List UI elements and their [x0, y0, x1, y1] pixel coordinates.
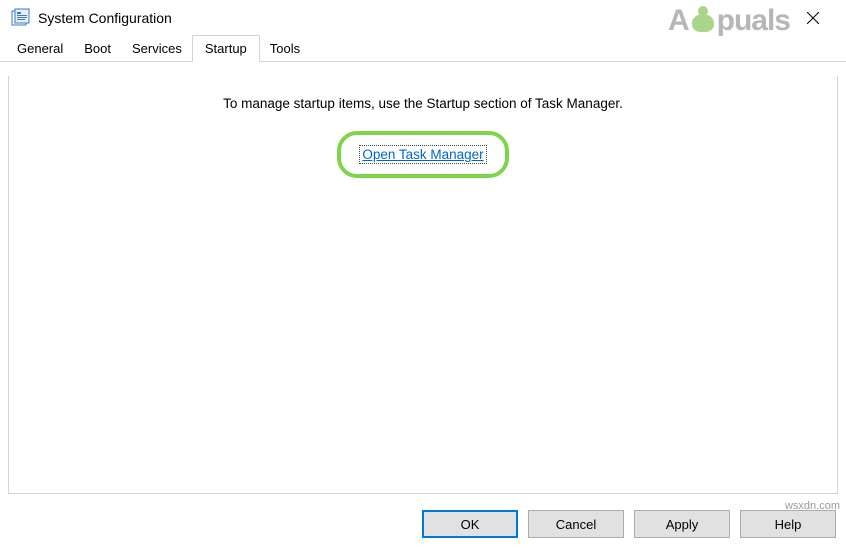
instruction-text: To manage startup items, use the Startup…	[9, 96, 837, 111]
window-title: System Configuration	[38, 10, 172, 26]
close-icon	[807, 12, 819, 24]
tab-boot[interactable]: Boot	[73, 36, 122, 61]
tab-content-startup: To manage startup items, use the Startup…	[8, 76, 838, 494]
tab-tools[interactable]: Tools	[259, 36, 311, 61]
cancel-button[interactable]: Cancel	[528, 510, 624, 538]
app-icon	[10, 8, 30, 28]
titlebar: System Configuration	[0, 0, 846, 36]
open-task-manager-link[interactable]: Open Task Manager	[359, 145, 486, 164]
tabstrip: General Boot Services Startup Tools	[0, 36, 846, 62]
ok-button[interactable]: OK	[422, 510, 518, 538]
link-highlight: Open Task Manager	[337, 131, 508, 178]
close-button[interactable]	[790, 3, 836, 33]
dialog-buttons: OK Cancel Apply Help	[422, 510, 836, 538]
apply-button[interactable]: Apply	[634, 510, 730, 538]
tab-services[interactable]: Services	[121, 36, 193, 61]
tab-startup[interactable]: Startup	[192, 35, 260, 62]
tab-general[interactable]: General	[6, 36, 74, 61]
help-button[interactable]: Help	[740, 510, 836, 538]
